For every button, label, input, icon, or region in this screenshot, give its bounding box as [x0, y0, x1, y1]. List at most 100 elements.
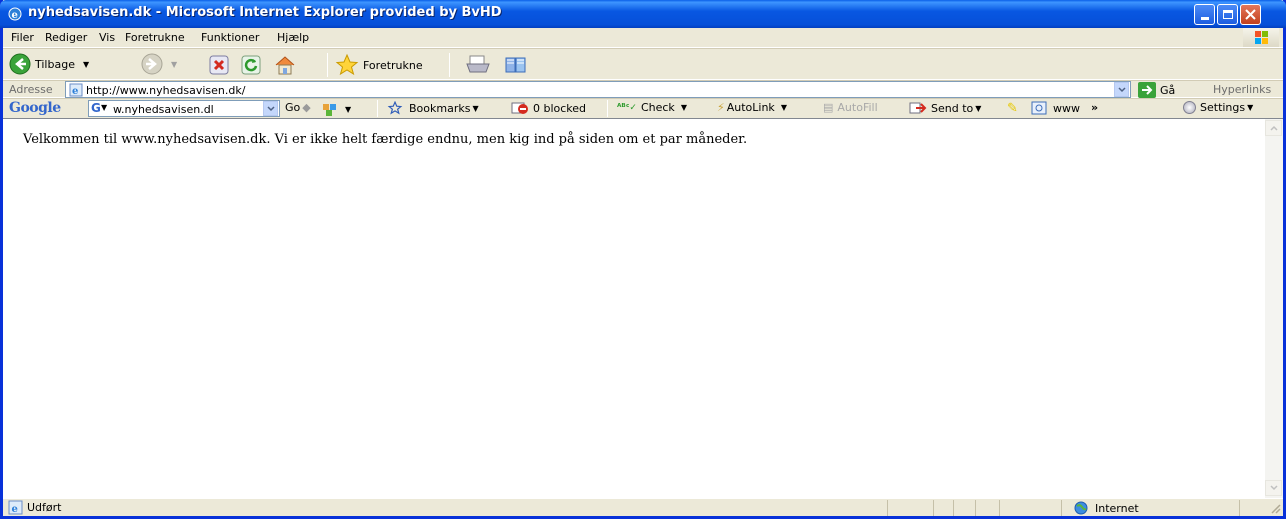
google-toolbar: Google G ▼ w.nyhedsavisen.dl Go ◆ ▼ Book… [3, 98, 1283, 118]
resize-grip-icon[interactable] [1269, 502, 1281, 514]
options-dropdown-icon: ▼ [345, 104, 352, 114]
check-dropdown-icon: ▼ [680, 103, 687, 112]
site-search-icon [1031, 101, 1047, 115]
address-bar: Adresse e http://www.nyhedsavisen.dk/ Gå… [3, 80, 1283, 98]
scroll-up-button[interactable] [1265, 120, 1282, 136]
favorites-button[interactable]: Foretrukne [335, 53, 423, 77]
printer-icon [466, 55, 490, 73]
chevron-down-icon [1269, 485, 1278, 491]
address-label: Adresse [9, 83, 53, 96]
print-button[interactable] [465, 54, 491, 76]
star-icon [335, 53, 359, 76]
google-logo[interactable]: Google [9, 100, 61, 116]
welcome-message: Velkommen til www.nyhedsavisen.dk. Vi er… [23, 132, 748, 147]
autolink-button[interactable]: ⚡ AutoLink ▼ [717, 101, 787, 114]
forward-button[interactable]: ▼ [141, 53, 177, 75]
globe-icon [1074, 501, 1088, 515]
refresh-button[interactable] [241, 55, 261, 75]
stop-button[interactable] [209, 55, 229, 75]
toolbar-separator [327, 53, 328, 77]
status-pane [1239, 500, 1240, 516]
www-label: www [1053, 101, 1080, 115]
go-button[interactable]: Gå [1138, 82, 1175, 98]
scroll-down-button[interactable] [1265, 480, 1282, 496]
svg-text:e: e [12, 10, 18, 21]
svg-text:e: e [72, 86, 78, 97]
google-options-button[interactable]: ▼ [321, 101, 351, 117]
google-search-menu-icon: ▼ [101, 103, 108, 112]
bookmarks-button[interactable]: Bookmarks ▼ [387, 101, 479, 115]
security-zone[interactable]: Internet [1073, 501, 1139, 515]
check-label: Check [640, 101, 675, 114]
go-arrow-icon [1138, 82, 1156, 98]
google-search-dropdown-button[interactable] [263, 101, 278, 116]
autolink-label: AutoLink [726, 101, 775, 114]
title-bar[interactable]: e nyhedsavisen.dk - Microsoft Internet E… [0, 0, 1286, 28]
highlight-button[interactable]: ✎ [1007, 101, 1018, 116]
sendto-label: Send to [931, 101, 974, 115]
status-bar: e Udført Internet [3, 498, 1283, 516]
blocked-label: 0 blocked [533, 101, 587, 115]
status-pane [999, 500, 1000, 516]
chevron-down-icon [1117, 86, 1126, 92]
menu-vis[interactable]: Vis [99, 31, 115, 44]
spellcheck-icon: ᴬᴮᶜ✓ [617, 102, 637, 113]
autofill-button[interactable]: ▤ AutoFill [823, 101, 878, 114]
status-text: Udført [27, 501, 62, 514]
highlighter-icon: ✎ [1007, 101, 1018, 116]
puzzle-icon [323, 104, 336, 116]
send-arrow-icon [909, 102, 927, 114]
home-button[interactable] [273, 54, 297, 76]
menu-hjaelp[interactable]: Hjælp [277, 31, 309, 44]
settings-icon [1183, 101, 1196, 114]
toolbar-separator [449, 53, 450, 77]
close-button[interactable] [1240, 4, 1261, 25]
google-logo-text: Google [9, 100, 61, 116]
spellcheck-button[interactable]: ᴬᴮᶜ✓ Check ▼ [617, 101, 687, 114]
address-field[interactable]: e http://www.nyhedsavisen.dk/ [65, 81, 1131, 98]
maximize-icon [1222, 10, 1233, 19]
more-label: » [1091, 101, 1099, 114]
maximize-button[interactable] [1217, 4, 1238, 25]
send-to-button[interactable]: Send to ▼ [909, 101, 981, 115]
links-button[interactable]: Hyperlinks [1213, 83, 1271, 96]
address-dropdown-button[interactable] [1114, 82, 1129, 97]
go-label: Gå [1160, 83, 1176, 97]
menu-filer[interactable]: Filer [11, 31, 34, 44]
page-content[interactable]: Velkommen til www.nyhedsavisen.dk. Vi er… [3, 118, 1265, 498]
settings-button[interactable]: Settings ▼ [1183, 101, 1253, 114]
settings-dropdown-icon: ▼ [1247, 103, 1254, 112]
stop-icon [209, 55, 229, 75]
close-icon [1245, 9, 1256, 20]
search-site-button[interactable]: www [1031, 101, 1080, 115]
menu-rediger[interactable]: Rediger [45, 31, 87, 44]
refresh-icon [241, 55, 261, 75]
autofill-icon: ▤ [823, 101, 834, 114]
ie-icon: e [7, 6, 23, 22]
menu-foretrukne[interactable]: Foretrukne [125, 31, 185, 44]
google-go-label: Go [285, 101, 301, 114]
popup-blocked-icon [511, 102, 528, 114]
standard-toolbar: Tilbage ▼ ▼ Foretrukne [3, 48, 1283, 80]
browser-window: e nyhedsavisen.dk - Microsoft Internet E… [0, 0, 1286, 519]
zone-label: Internet [1095, 501, 1139, 515]
popup-blocker-button[interactable]: 0 blocked [511, 101, 586, 115]
vertical-scrollbar[interactable] [1265, 118, 1283, 498]
address-url: http://www.nyhedsavisen.dk/ [86, 84, 246, 97]
back-label: Tilbage [35, 57, 75, 71]
chevron-down-icon [266, 105, 275, 111]
back-button[interactable]: Tilbage ▼ [9, 53, 89, 75]
toolbar-separator [377, 100, 378, 117]
menu-funktioner[interactable]: Funktioner [201, 31, 259, 44]
google-search-field[interactable]: G ▼ w.nyhedsavisen.dl [88, 100, 280, 117]
minimize-button[interactable] [1194, 4, 1215, 25]
google-search-value: w.nyhedsavisen.dl [113, 103, 214, 116]
menu-bar: Filer Rediger Vis Foretrukne Funktioner … [3, 28, 1283, 48]
google-g-icon: G [91, 101, 101, 115]
google-go-button[interactable]: Go ◆ [285, 101, 311, 114]
status-pane [933, 500, 934, 516]
more-buttons-chevron[interactable]: » [1091, 101, 1098, 114]
star-outline-icon [387, 101, 403, 115]
chevron-up-icon [1269, 125, 1278, 131]
edit-button[interactable] [503, 54, 529, 76]
